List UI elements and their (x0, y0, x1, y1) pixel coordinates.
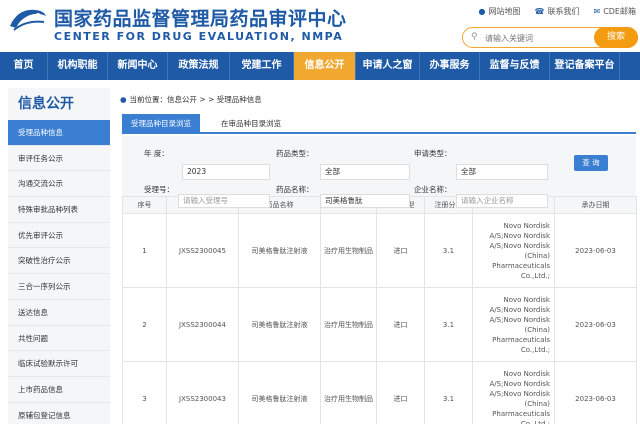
contact-label: 联系我们 (547, 7, 580, 16)
cell-company: Novo Nordisk A/S;Novo Nordisk A/S;Novo N… (472, 287, 555, 362)
cell-accept-no[interactable]: JXSS2300044 (166, 287, 239, 362)
col-header-date: 承办日期 (554, 196, 637, 214)
cell-accept-no[interactable]: JXSS2300043 (166, 361, 239, 424)
cell-reg-class: 3.1 (424, 213, 473, 288)
filter-panel: 年 度： 2023 药品类型： 全部 申请类型： 全部 查 询 受理号： 请输入… (122, 136, 636, 208)
tab-under-review-catalog[interactable]: 在审品种目录浏览 (212, 114, 290, 134)
location-pin-icon: ● (120, 95, 127, 104)
sidebar-item-priority-review[interactable]: 优先审评公示 (8, 223, 110, 249)
sidebar-item-accepted[interactable]: 受理品种信息 (8, 120, 110, 146)
accept-no-label: 受理号： (144, 185, 174, 194)
sidebar-item-communication[interactable]: 沟通交流公示 (8, 171, 110, 198)
search-button[interactable]: 搜索 (594, 27, 638, 48)
sidebar: 信息公开 受理品种信息 审评任务公示 沟通交流公示 特殊审批品种列表 优先审评公… (8, 88, 110, 424)
col-header-no: 序号 (122, 196, 167, 214)
nav-policy[interactable]: 政策法规 (168, 52, 230, 80)
cell-drug-type: 治疗用生物制品 (320, 361, 377, 424)
accept-no-input[interactable]: 请输入受理号 (178, 194, 270, 208)
year-select[interactable]: 2023 (182, 164, 270, 180)
company-input[interactable]: 请输入企业名称 (456, 194, 548, 208)
nav-functions[interactable]: 机构职能 (48, 52, 108, 80)
sitemap-link[interactable]: ● 网站地图 (479, 6, 521, 17)
apply-type-select[interactable]: 全部 (456, 164, 548, 180)
sidebar-item-common-issues[interactable]: 共性问题 (8, 326, 110, 352)
sidebar-item-review-tasks[interactable]: 审评任务公示 (8, 146, 110, 172)
cell-drug-name: 司美格鲁肽注射液 (238, 213, 321, 288)
nav-registration[interactable]: 登记备案平台 (550, 52, 620, 80)
nav-home[interactable]: 首页 (0, 52, 48, 80)
sitemap-label: 网站地图 (488, 7, 521, 16)
sidebar-item-clinical-trial[interactable]: 临床试验默示许可 (8, 351, 110, 377)
sidebar-item-marketed-drugs[interactable]: 上市药品信息 (8, 377, 110, 403)
table-row[interactable]: 2 JXSS2300044 司美格鲁肽注射液 治疗用生物制品 进口 3.1 No… (122, 287, 637, 362)
sidebar-title: 信息公开 (18, 96, 74, 112)
search-input[interactable] (485, 31, 585, 45)
cell-date: 2023-06-03 (554, 361, 637, 424)
cell-no: 2 (122, 287, 167, 362)
cell-company: Novo Nordisk A/S;Novo Nordisk A/S;Novo N… (472, 213, 555, 288)
cell-date: 2023-06-03 (554, 287, 637, 362)
results-table: 序号 受理号 药品名称 药品类型 申请类型 注册分类 企业名称 承办日期 1 J… (122, 196, 637, 424)
nav-info-public[interactable]: 信息公开 (294, 52, 356, 80)
drug-type-select[interactable]: 全部 (320, 164, 410, 180)
contact-link[interactable]: ☎ 联系我们 (535, 6, 580, 17)
search-icon: ⚲ (471, 32, 478, 42)
nav-feedback[interactable]: 监督与反馈 (480, 52, 550, 80)
location-pin-icon: ● (478, 7, 486, 16)
site-title-en: CENTER FOR DRUG EVALUATION, NMPA (54, 30, 344, 43)
cde-mail-label: CDE邮箱 (603, 7, 636, 16)
breadcrumb: ● 当前位置：信息公开 > > 受理品种信息 (120, 94, 262, 105)
year-label: 年 度： (144, 149, 169, 158)
cde-mail-link[interactable]: ✉ CDE邮箱 (593, 6, 636, 17)
cell-drug-type: 治疗用生物制品 (320, 287, 377, 362)
tab-accepted-catalog[interactable]: 受理品种目录浏览 (122, 114, 200, 134)
cell-accept-no[interactable]: JXSS2300045 (166, 213, 239, 288)
site-title-cn: 国家药品监督管理局药品审评中心 (54, 8, 347, 30)
cell-no: 1 (122, 213, 167, 288)
nav-party[interactable]: 党建工作 (230, 52, 294, 80)
breadcrumb-text: 当前位置：信息公开 > > 受理品种信息 (129, 95, 262, 104)
cell-date: 2023-06-03 (554, 213, 637, 288)
drug-name-input[interactable]: 司美格鲁肽 (320, 194, 410, 208)
sidebar-item-delivery[interactable]: 送达信息 (8, 300, 110, 326)
phone-icon: ☎ (534, 7, 545, 16)
company-label: 企业名称： (414, 185, 452, 194)
cell-reg-class: 3.1 (424, 361, 473, 424)
table-row[interactable]: 1 JXSS2300045 司美格鲁肽注射液 治疗用生物制品 进口 3.1 No… (122, 213, 637, 288)
sidebar-item-breakthrough[interactable]: 突破性治疗公示 (8, 248, 110, 275)
cell-drug-name: 司美格鲁肽注射液 (238, 361, 321, 424)
sidebar-item-excipients[interactable]: 原辅包登记信息 (8, 403, 110, 424)
sidebar-item-special-approval[interactable]: 特殊审批品种列表 (8, 197, 110, 223)
apply-type-label: 申请类型： (414, 149, 452, 158)
cell-drug-type: 治疗用生物制品 (320, 213, 377, 288)
site-header: 国家药品监督管理局药品审评中心 CENTER FOR DRUG EVALUATI… (0, 0, 640, 52)
sidebar-item-three-in-one[interactable]: 三合一序列公示 (8, 274, 110, 300)
table-row[interactable]: 3 JXSS2300043 司美格鲁肽注射液 治疗用生物制品 进口 3.1 No… (122, 361, 637, 424)
cell-apply-type: 进口 (376, 287, 425, 362)
site-search: ⚲ 搜索 (462, 27, 638, 48)
nav-applicant[interactable]: 申请人之窗 (356, 52, 420, 80)
cell-company: Novo Nordisk A/S;Novo Nordisk A/S;Novo N… (472, 361, 555, 424)
mail-icon: ✉ (593, 7, 601, 16)
cell-apply-type: 进口 (376, 213, 425, 288)
nav-services[interactable]: 办事服务 (420, 52, 480, 80)
top-links: ● 网站地图 ☎ 联系我们 ✉ CDE邮箱 (479, 6, 636, 17)
drug-name-label: 药品名称： (276, 185, 314, 194)
query-button[interactable]: 查 询 (574, 155, 608, 171)
nmpa-logo-icon[interactable] (8, 6, 48, 32)
nav-news[interactable]: 新闻中心 (108, 52, 168, 80)
tab-bar: 受理品种目录浏览 在审品种目录浏览 (122, 114, 636, 134)
cell-apply-type: 进口 (376, 361, 425, 424)
drug-type-label: 药品类型： (276, 149, 314, 158)
main-nav: 首页 机构职能 新闻中心 政策法规 党建工作 信息公开 申请人之窗 办事服务 监… (0, 52, 640, 80)
cell-no: 3 (122, 361, 167, 424)
cell-reg-class: 3.1 (424, 287, 473, 362)
cell-drug-name: 司美格鲁肽注射液 (238, 287, 321, 362)
